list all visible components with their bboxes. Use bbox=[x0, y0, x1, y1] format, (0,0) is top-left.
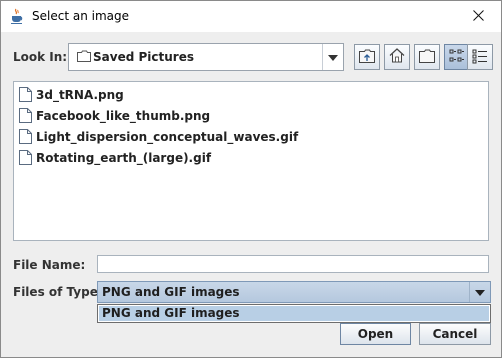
file-icon bbox=[19, 150, 32, 165]
look-in-dropdown-button[interactable] bbox=[322, 44, 343, 70]
files-of-type-label: Files of Type: bbox=[13, 285, 103, 299]
file-list-item[interactable]: Light_dispersion_conceptual_waves.gif bbox=[19, 128, 298, 145]
home-button[interactable] bbox=[384, 44, 410, 70]
new-folder-icon bbox=[419, 49, 435, 66]
title-bar: Select an image bbox=[1, 1, 501, 32]
file-name: Facebook_like_thumb.png bbox=[36, 108, 211, 123]
dropdown-option[interactable]: PNG and GIF images bbox=[99, 306, 489, 321]
close-icon bbox=[472, 9, 484, 24]
new-folder-button[interactable] bbox=[414, 44, 440, 70]
up-folder-icon bbox=[359, 49, 375, 66]
close-button[interactable] bbox=[455, 1, 501, 32]
files-of-type-combo[interactable]: PNG and GIF images bbox=[97, 281, 491, 303]
details-view-button[interactable] bbox=[467, 44, 493, 70]
file-list-item[interactable]: Facebook_like_thumb.png bbox=[19, 107, 210, 124]
files-of-type-dropdown-button[interactable] bbox=[469, 282, 490, 302]
list-view-icon bbox=[449, 48, 465, 67]
cancel-button[interactable]: Cancel bbox=[419, 323, 491, 345]
file-name-label: File Name: bbox=[13, 258, 86, 272]
file-icon bbox=[19, 108, 32, 123]
file-list-item[interactable]: 3d_tRNA.png bbox=[19, 86, 124, 103]
file-name: 3d_tRNA.png bbox=[36, 87, 124, 102]
chevron-down-icon bbox=[475, 285, 485, 299]
window-title: Select an image bbox=[32, 9, 129, 23]
files-of-type-popup: PNG and GIF images bbox=[97, 304, 491, 323]
file-name: Light_dispersion_conceptual_waves.gif bbox=[36, 129, 299, 144]
chevron-down-icon bbox=[328, 50, 338, 64]
file-chooser-dialog: Select an image Look In: Saved Pictures bbox=[0, 0, 502, 358]
details-view-icon bbox=[472, 48, 488, 67]
file-name-input[interactable] bbox=[97, 255, 489, 273]
home-icon bbox=[389, 48, 405, 66]
look-in-value: Saved Pictures bbox=[93, 50, 194, 64]
file-list[interactable]: 3d_tRNA.png Facebook_like_thumb.png Ligh… bbox=[13, 81, 489, 241]
file-list-item[interactable]: Rotating_earth_(large).gif bbox=[19, 149, 211, 166]
folder-icon bbox=[77, 50, 91, 65]
look-in-combo[interactable]: Saved Pictures bbox=[68, 43, 344, 71]
up-one-level-button[interactable] bbox=[354, 44, 380, 70]
java-cup-icon bbox=[9, 8, 25, 24]
file-icon bbox=[19, 87, 32, 102]
look-in-label: Look In: bbox=[13, 50, 68, 64]
files-of-type-value: PNG and GIF images bbox=[102, 285, 240, 299]
file-name: Rotating_earth_(large).gif bbox=[36, 150, 212, 165]
open-button[interactable]: Open bbox=[340, 323, 411, 345]
file-icon bbox=[19, 129, 32, 144]
